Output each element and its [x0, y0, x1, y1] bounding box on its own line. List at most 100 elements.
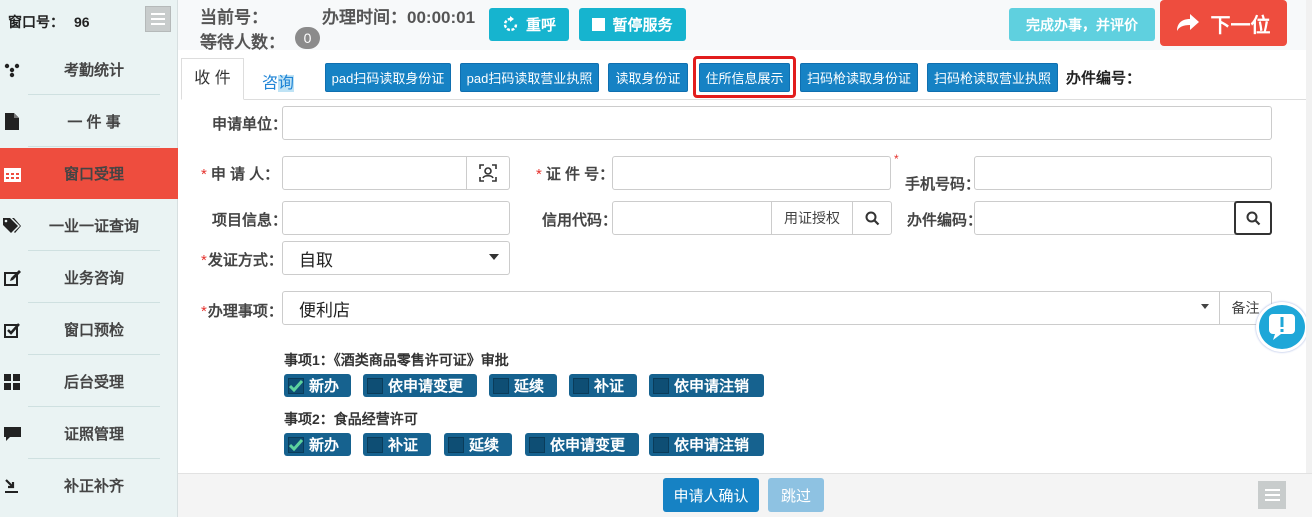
case-code-input[interactable]	[974, 201, 1236, 235]
id-number-input[interactable]	[612, 156, 891, 190]
project-info-label: 项目信息：	[212, 212, 288, 229]
matter-1-option-cancel[interactable]: 依申请注销	[649, 374, 764, 397]
window-number: 窗口号： 96	[0, 0, 177, 43]
sidebar-item-label: 业务咨询	[63, 270, 124, 287]
pad-scan-id-button[interactable]: pad扫码读取身份证	[325, 63, 451, 92]
checkbox-icon	[367, 436, 383, 453]
tab-consult-label-b: 询	[278, 75, 295, 92]
chevron-down-icon	[489, 254, 499, 260]
phone-input[interactable]	[974, 156, 1272, 190]
check-square-icon	[2, 320, 22, 340]
tags-icon	[2, 216, 22, 236]
cert-method-value: 自取	[299, 250, 333, 270]
checkbox-icon	[653, 377, 669, 394]
checkbox-icon	[573, 377, 589, 394]
applicant-label: * 申 请 人：	[201, 166, 280, 183]
recall-button[interactable]: 重呼	[489, 8, 569, 41]
matter-2-option-change[interactable]: 依申请变更	[525, 433, 639, 456]
pad-scan-license-button[interactable]: pad扫码读取营业执照	[460, 63, 599, 92]
highlight-box	[693, 56, 796, 98]
scrollbar[interactable]	[1306, 0, 1312, 473]
next-label: 下一位	[1210, 14, 1271, 37]
matter-2-option-renew[interactable]: 延续	[444, 433, 512, 456]
stop-icon	[592, 18, 606, 31]
sidebar-item-consult[interactable]: 业务咨询	[0, 252, 178, 303]
checkbox-checked-icon	[288, 436, 304, 453]
sidebar-item-backend-accept[interactable]: 后台受理	[0, 356, 178, 407]
sidebar-item-supplement[interactable]: 补正补齐	[0, 460, 178, 511]
menu-toggle-button[interactable]	[145, 6, 171, 32]
file-icon	[2, 112, 22, 132]
scanner-read-license-button[interactable]: 扫码枪读取营业执照	[927, 63, 1058, 92]
finish-and-rate-button[interactable]: 完成办事，并评价	[1009, 8, 1155, 41]
read-id-button[interactable]: 读取身份证	[608, 63, 688, 92]
phone-required-mark: *	[894, 152, 899, 166]
matter-1-title: 事项1：《酒类商品零售许可证》审批	[284, 352, 509, 368]
case-number-label: 办件编号：	[1066, 70, 1142, 87]
sidebar-item-attendance[interactable]: 考勤统计	[0, 44, 178, 95]
id-number-label: * 证 件 号：	[536, 166, 615, 183]
sidebar-item-label: 补正补齐	[63, 478, 124, 495]
window-number-value: 96	[74, 13, 90, 30]
recall-label: 重呼	[525, 17, 556, 34]
next-button[interactable]: 下一位	[1160, 0, 1287, 46]
case-code-label: 办件编码：	[907, 212, 983, 229]
search-icon	[865, 211, 879, 225]
checkbox-icon	[529, 436, 545, 453]
credit-search-button[interactable]	[852, 201, 892, 235]
sidebar-item-license-manage[interactable]: 证照管理	[0, 408, 178, 459]
applicant-input[interactable]	[282, 156, 467, 190]
sidebar-item-license-query[interactable]: 一业一证查询	[0, 200, 178, 251]
pause-service-label: 暂停服务	[612, 17, 673, 34]
sidebar-item-window-accept[interactable]: 窗口受理	[0, 148, 178, 199]
tab-divider	[244, 99, 1308, 100]
matter-1-option-renew[interactable]: 延续	[489, 374, 557, 397]
credit-code-label: 信用代码：	[542, 212, 618, 229]
checkbox-icon	[653, 436, 669, 453]
face-scan-icon	[479, 164, 497, 182]
credit-auth-button[interactable]: 用证授权	[771, 201, 853, 235]
skip-button[interactable]: 跳过	[768, 478, 824, 512]
matter-2-option-new[interactable]: 新办	[284, 433, 351, 456]
menu-icon[interactable]	[1258, 481, 1286, 509]
applicant-unit-input[interactable]	[282, 106, 1272, 140]
matter-2-title: 事项2：食品经营许可	[284, 411, 418, 427]
scanner-read-id-button[interactable]: 扫码枪读取身份证	[800, 63, 918, 92]
tab-consult[interactable]: 咨询	[262, 69, 295, 93]
face-scan-button[interactable]	[466, 156, 510, 190]
checkbox-icon	[493, 377, 509, 394]
tab-receive[interactable]: 收 件	[181, 58, 244, 100]
edit-icon	[2, 268, 22, 288]
window-label: 窗口号：	[8, 13, 64, 30]
sidebar-item-label: 一业一证查询	[48, 218, 139, 235]
matter-select[interactable]: 便利店	[282, 291, 1220, 325]
matter-1-option-reissue[interactable]: 补证	[569, 374, 637, 397]
credit-code-input[interactable]	[612, 201, 772, 235]
pause-service-button[interactable]: 暂停服务	[579, 8, 686, 41]
cert-method-select[interactable]: 自取	[282, 241, 510, 275]
sidebar-item-label: 一 件 事	[67, 114, 121, 131]
checkbox-icon	[448, 436, 464, 453]
help-bubble-button[interactable]	[1256, 302, 1308, 352]
sidebar-item-one-thing[interactable]: 一 件 事	[0, 96, 178, 147]
exclamation-chat-icon	[1269, 314, 1295, 340]
grid-icon	[2, 372, 22, 392]
applicant-confirm-button[interactable]: 申请人确认	[663, 478, 759, 512]
project-info-input[interactable]	[282, 201, 510, 235]
cog-icon	[2, 60, 22, 80]
handling-time: 办理时间：00:00:01	[322, 8, 476, 27]
sidebar-item-label: 窗口受理	[63, 166, 124, 183]
matter-1-option-change[interactable]: 依申请变更	[363, 374, 477, 397]
case-code-search-button[interactable]	[1234, 201, 1272, 235]
finish-and-rate-label: 完成办事，并评价	[1026, 16, 1138, 33]
sidebar-item-precheck[interactable]: 窗口预检	[0, 304, 178, 355]
sidebar: 窗口号： 96 考勤统计 一 件 事 窗口受理 一业一证查询 业务咨询 窗口预检…	[0, 0, 178, 517]
download-icon	[2, 476, 22, 496]
matter-2-option-cancel[interactable]: 依申请注销	[649, 433, 764, 456]
matter-2-option-reissue[interactable]: 补证	[363, 433, 431, 456]
cert-method-label: *发证方式：	[201, 252, 283, 269]
comment-icon	[2, 424, 22, 444]
matter-1-option-new[interactable]: 新办	[284, 374, 351, 397]
sidebar-item-label: 证照管理	[63, 426, 124, 443]
matter-value: 便利店	[299, 300, 350, 320]
